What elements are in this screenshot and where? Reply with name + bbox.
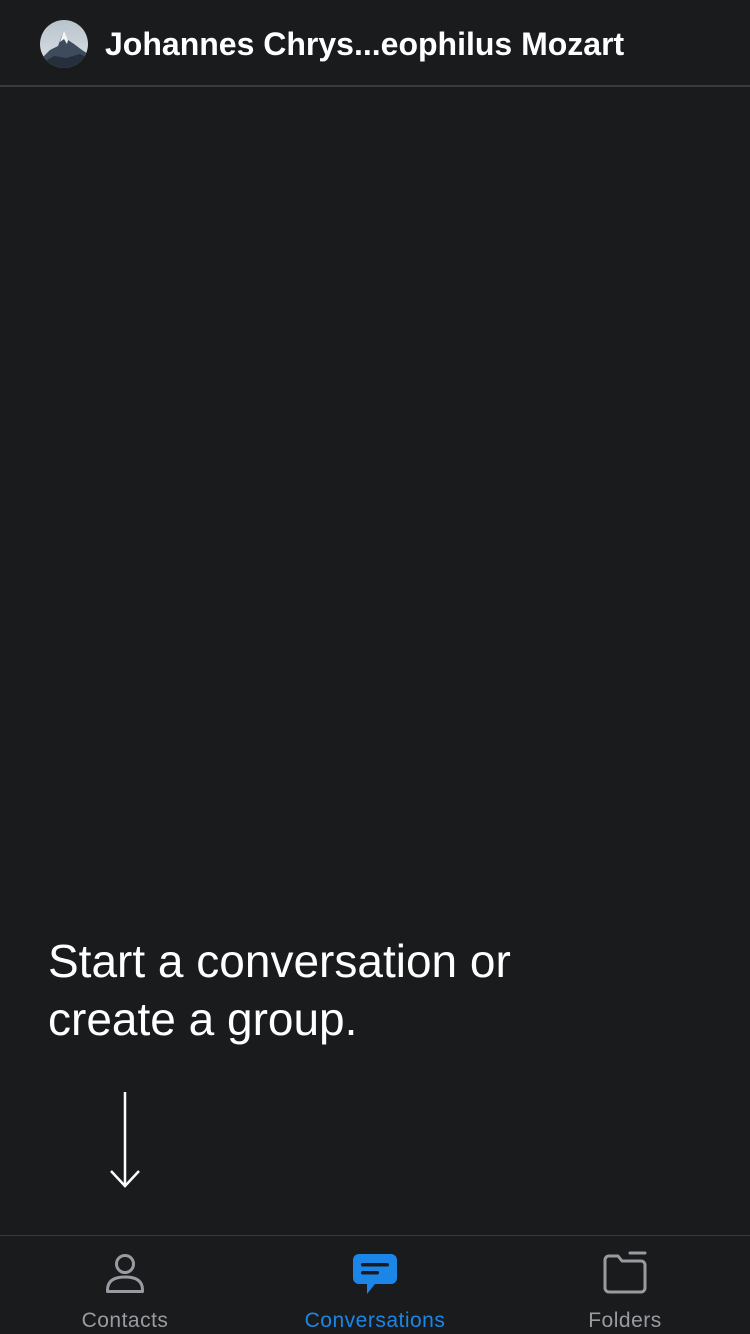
- tab-folders[interactable]: Folders: [500, 1236, 750, 1334]
- mountain-avatar-image: [40, 20, 88, 68]
- tab-contacts[interactable]: Contacts: [0, 1236, 250, 1334]
- empty-state-line-1: Start a conversation or: [48, 935, 511, 987]
- chat-bubble-icon: [353, 1254, 397, 1294]
- profile-avatar[interactable]: [40, 20, 88, 68]
- bottom-tab-bar: Contacts Conversations Folders: [0, 1235, 750, 1334]
- down-arrow-icon: [110, 1092, 140, 1188]
- tab-folders-label: Folders: [588, 1309, 662, 1332]
- top-bar: Johannes Chrys...eophilus Mozart: [0, 0, 750, 87]
- folder-icon: [603, 1251, 647, 1294]
- person-icon: [106, 1254, 144, 1293]
- empty-state-line-2: create a group.: [48, 993, 358, 1045]
- tab-conversations-label: Conversations: [304, 1309, 446, 1332]
- profile-name-title[interactable]: Johannes Chrys...eophilus Mozart: [105, 24, 624, 64]
- conversations-screen: Johannes Chrys...eophilus Mozart Start a…: [0, 0, 750, 1334]
- empty-state-message: Start a conversation or create a group.: [48, 932, 568, 1048]
- tab-contacts-label: Contacts: [81, 1309, 169, 1332]
- tab-conversations[interactable]: Conversations: [250, 1236, 500, 1334]
